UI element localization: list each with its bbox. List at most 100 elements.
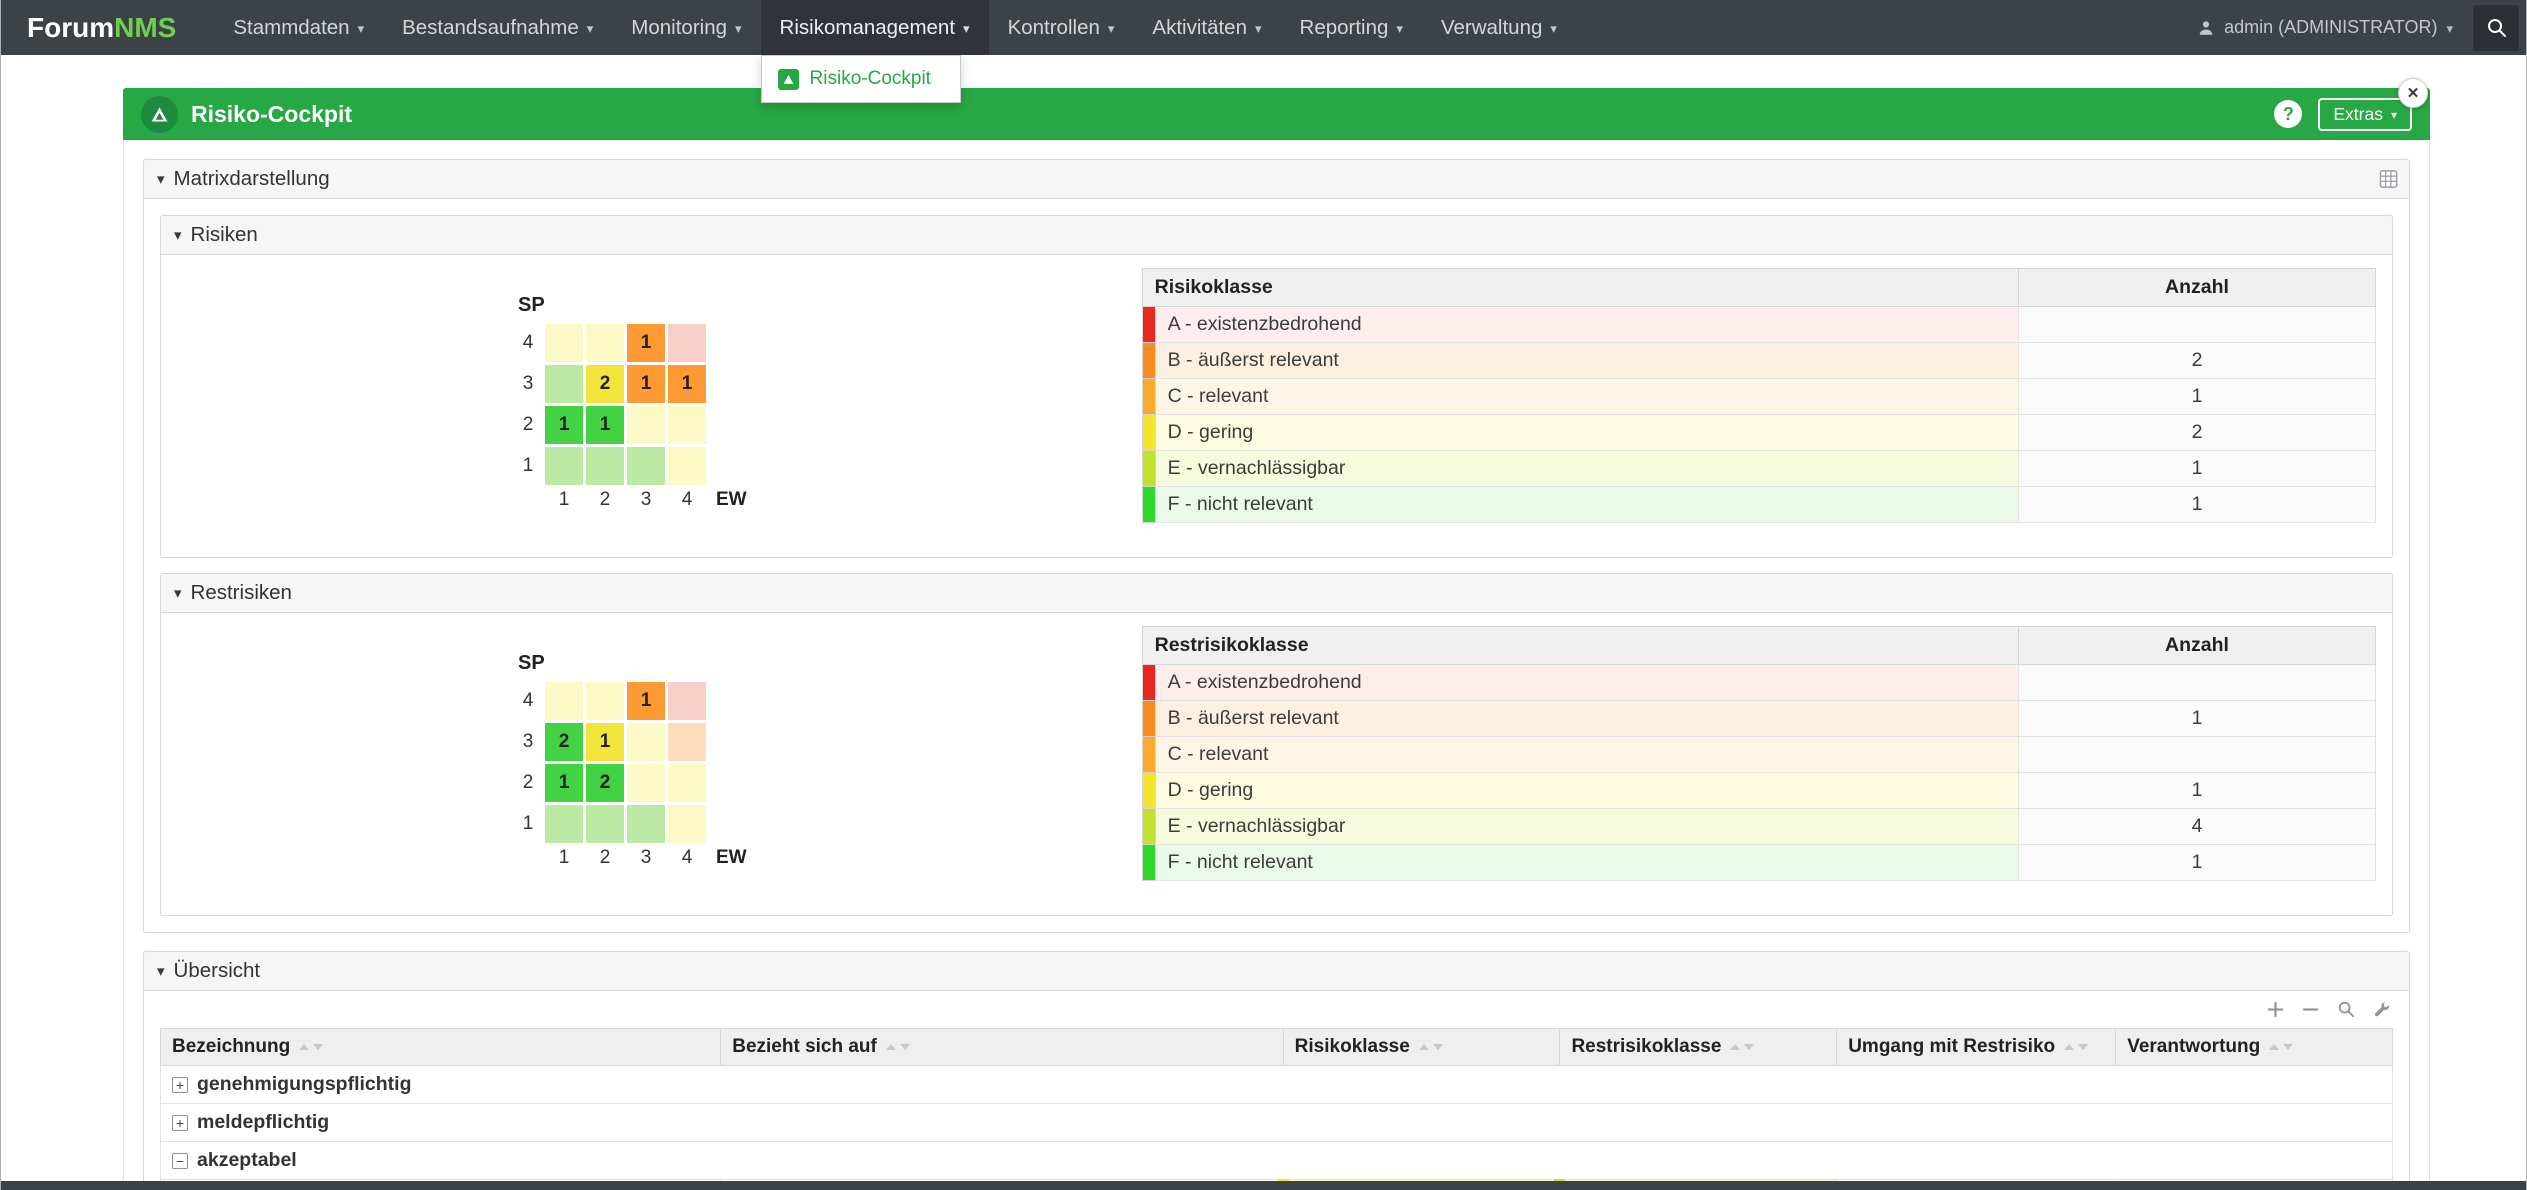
uebersicht-header[interactable]: ▾ Übersicht xyxy=(144,952,2409,991)
menu-item-label: Monitoring xyxy=(631,16,727,40)
matrix-cell: 1 xyxy=(545,406,583,444)
class-row-b[interactable]: B - äußerst relevant2 xyxy=(1142,343,2375,379)
collapse-triangle-icon: ▾ xyxy=(174,226,182,244)
matrix-x-tick: 1 xyxy=(545,489,583,511)
risiko-cockpit-icon xyxy=(141,96,178,133)
class-column-header[interactable]: Restrisikoklasse xyxy=(1142,627,2018,665)
matrix-x-tick: 3 xyxy=(627,847,665,869)
menu-item-verwaltung[interactable]: Verwaltung▾ xyxy=(1422,0,1576,55)
sort-icons xyxy=(1419,1044,1443,1050)
menu-item-kontrollen[interactable]: Kontrollen▾ xyxy=(989,0,1134,55)
sort-asc-icon[interactable] xyxy=(299,1044,309,1050)
sort-asc-icon[interactable] xyxy=(2064,1044,2074,1050)
column-header-verantwortung[interactable]: Verantwortung xyxy=(2116,1029,2393,1066)
matrix-cell: 2 xyxy=(545,723,583,761)
matrix-cell: 1 xyxy=(627,682,665,720)
class-column-header[interactable]: Risikoklasse xyxy=(1142,269,2018,307)
class-count: 1 xyxy=(2019,379,2376,415)
restrisiken-header[interactable]: ▾ Restrisiken xyxy=(161,574,2392,613)
class-row-d[interactable]: D - gering2 xyxy=(1142,415,2375,451)
matrix-y-axis-label: SP xyxy=(518,652,747,675)
sort-desc-icon[interactable] xyxy=(2078,1044,2088,1050)
panel-title-restrisiken: Restrisiken xyxy=(191,581,292,605)
add-icon[interactable] xyxy=(2267,1001,2284,1018)
column-header-umgang-mit-restrisiko[interactable]: Umgang mit Restrisiko xyxy=(1837,1029,2116,1066)
sort-asc-icon[interactable] xyxy=(1730,1044,1740,1050)
menu-item-label: Stammdaten xyxy=(233,16,349,40)
matrix-y-axis-label: SP xyxy=(518,294,747,317)
class-count: 1 xyxy=(2019,487,2376,523)
class-row-b[interactable]: B - äußerst relevant1 xyxy=(1142,701,2375,737)
matrix-x-tick: 3 xyxy=(627,489,665,511)
search-icon[interactable] xyxy=(2337,1000,2355,1018)
matrix-cell xyxy=(627,764,665,802)
menu-item-stammdaten[interactable]: Stammdaten▾ xyxy=(214,0,383,55)
help-button[interactable]: ? xyxy=(2274,100,2302,128)
restrisiken-body: SP4132121211234EW RestrisikoklasseAnzahl… xyxy=(161,613,2392,915)
risiken-header[interactable]: ▾ Risiken xyxy=(161,216,2392,255)
collapse-box-icon[interactable]: − xyxy=(172,1153,188,1169)
class-label: E - vernachlässigbar xyxy=(1155,451,2018,487)
menu-item-monitoring[interactable]: Monitoring▾ xyxy=(612,0,760,55)
sort-desc-icon[interactable] xyxy=(2283,1044,2293,1050)
matrix-y-tick: 3 xyxy=(516,731,540,753)
expand-box-icon[interactable]: + xyxy=(172,1077,188,1093)
class-row-f[interactable]: F - nicht relevant1 xyxy=(1142,845,2375,881)
column-header-risikoklasse[interactable]: Risikoklasse xyxy=(1283,1029,1560,1066)
matrixdarstellung-header[interactable]: ▾ Matrixdarstellung xyxy=(144,160,2409,199)
matrix-y-tick: 2 xyxy=(516,772,540,794)
brand-logo[interactable]: ForumNMS xyxy=(27,12,176,44)
class-row-d[interactable]: D - gering1 xyxy=(1142,773,2375,809)
class-row-a[interactable]: A - existenzbedrohend xyxy=(1142,665,2375,701)
menu-item-label: Kontrollen xyxy=(1008,16,1100,40)
sort-desc-icon[interactable] xyxy=(313,1044,323,1050)
sort-asc-icon[interactable] xyxy=(1419,1044,1429,1050)
menu-item-label: Verwaltung xyxy=(1441,16,1542,40)
grid-icon[interactable] xyxy=(2379,170,2398,189)
wrench-icon[interactable] xyxy=(2373,1000,2391,1018)
matrix-row: 3211 xyxy=(516,365,747,403)
sort-desc-icon[interactable] xyxy=(900,1044,910,1050)
menu-item-aktivitaeten[interactable]: Aktivitäten▾ xyxy=(1133,0,1280,55)
sort-icons xyxy=(2064,1044,2088,1050)
panel-matrixdarstellung: ▾ Matrixdarstellung ▾ Risiken xyxy=(143,159,2410,933)
class-row-e[interactable]: E - vernachlässigbar4 xyxy=(1142,809,2375,845)
class-color-swatch xyxy=(1142,665,1155,701)
menu-item-reporting[interactable]: Reporting▾ xyxy=(1281,0,1422,55)
sort-asc-icon[interactable] xyxy=(886,1044,896,1050)
dropdown-item-risiko-cockpit[interactable]: Risiko-Cockpit xyxy=(762,61,960,97)
menu-item-risikomanagement[interactable]: Risikomanagement▾Risiko-Cockpit xyxy=(761,0,989,55)
column-header-label: Restrisikoklasse xyxy=(1571,1036,1721,1057)
top-nav: ForumNMS Stammdaten▾Bestandsaufnahme▾Mon… xyxy=(1,0,2526,55)
column-header-bezeichnung[interactable]: Bezeichnung xyxy=(161,1029,721,1066)
class-count: 1 xyxy=(2019,451,2376,487)
menu-item-bestandsaufnahme[interactable]: Bestandsaufnahme▾ xyxy=(383,0,612,55)
matrix-cell: 1 xyxy=(627,365,665,403)
column-header-bezieht-sich-auf[interactable]: Bezieht sich auf xyxy=(721,1029,1283,1066)
close-button[interactable]: ✕ xyxy=(2398,78,2428,108)
group-row-genehmigungspflichtig[interactable]: +genehmigungspflichtig xyxy=(161,1066,2393,1104)
sort-asc-icon[interactable] xyxy=(2269,1044,2279,1050)
sort-desc-icon[interactable] xyxy=(1744,1044,1754,1050)
sort-desc-icon[interactable] xyxy=(1433,1044,1443,1050)
group-row-meldepflichtig[interactable]: +meldepflichtig xyxy=(161,1104,2393,1142)
risiken-class-table: RisikoklasseAnzahlA - existenzbedrohendB… xyxy=(1142,268,2376,523)
class-row-a[interactable]: A - existenzbedrohend xyxy=(1142,307,2375,343)
group-row-akzeptabel[interactable]: −akzeptabel xyxy=(161,1142,2393,1180)
remove-icon[interactable] xyxy=(2302,1001,2319,1018)
count-column-header[interactable]: Anzahl xyxy=(2019,627,2376,665)
uebersicht-body: BezeichnungBezieht sich aufRisikoklasse R… xyxy=(144,991,2409,1190)
expand-box-icon[interactable]: + xyxy=(172,1115,188,1131)
class-row-f[interactable]: F - nicht relevant1 xyxy=(1142,487,2375,523)
user-menu[interactable]: admin (ADMINISTRATOR) ▾ xyxy=(2181,17,2469,38)
matrix-cell: 2 xyxy=(586,365,624,403)
search-button[interactable] xyxy=(2473,5,2519,51)
class-row-e[interactable]: E - vernachlässigbar1 xyxy=(1142,451,2375,487)
class-row-c[interactable]: C - relevant1 xyxy=(1142,379,2375,415)
extras-button[interactable]: Extras ▾ xyxy=(2318,98,2412,131)
class-row-c[interactable]: C - relevant xyxy=(1142,737,2375,773)
count-column-header[interactable]: Anzahl xyxy=(2019,269,2376,307)
menu-item-label: Aktivitäten xyxy=(1152,16,1247,40)
column-header-restrisikoklasse[interactable]: Restrisikoklasse xyxy=(1560,1029,1837,1066)
page-header-actions: ? Extras ▾ xyxy=(2274,98,2412,131)
